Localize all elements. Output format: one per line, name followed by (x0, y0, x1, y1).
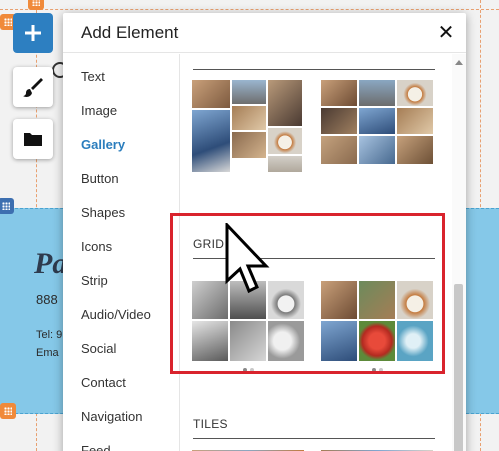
category-contact[interactable]: Contact (81, 375, 126, 390)
gallery-thumb-masonry[interactable] (192, 80, 302, 192)
design-button[interactable] (13, 67, 53, 107)
drag-handle-icon[interactable] (28, 0, 44, 10)
plus-icon (25, 25, 41, 41)
section-divider (193, 69, 435, 70)
grid-section-highlight (170, 213, 445, 374)
pages-button[interactable] (13, 119, 53, 159)
section-title-tiles: TILES (193, 417, 228, 431)
category-feed[interactable]: Feed (81, 443, 111, 451)
scroll-up-icon[interactable] (455, 60, 463, 65)
close-icon[interactable]: ✕ (436, 20, 456, 44)
category-navigation[interactable]: Navigation (81, 409, 142, 424)
category-button[interactable]: Button (81, 171, 119, 186)
category-image[interactable]: Image (81, 103, 117, 118)
panel-title: Add Element (81, 23, 179, 42)
category-strip[interactable]: Strip (81, 273, 108, 288)
drag-handle-icon[interactable] (0, 198, 14, 214)
strip-email[interactable]: Ema (36, 347, 59, 359)
strip-phone[interactable]: 888 (36, 292, 58, 307)
folder-icon (24, 133, 42, 146)
guide-line (0, 9, 499, 10)
category-gallery[interactable]: Gallery (81, 137, 125, 152)
category-audio-video[interactable]: Audio/Video (81, 307, 151, 322)
strip-tel[interactable]: Tel: 9 (36, 329, 62, 341)
cursor-pointer-icon (225, 223, 270, 294)
panel-header: Add Element ✕ (63, 13, 466, 53)
category-list: Text Image Gallery Button Shapes Icons S… (63, 54, 180, 451)
scroll-thumb[interactable] (454, 284, 463, 451)
category-social[interactable]: Social (81, 341, 116, 356)
section-divider (193, 438, 435, 439)
category-shapes[interactable]: Shapes (81, 205, 125, 220)
drag-handle-icon[interactable] (0, 403, 16, 419)
category-text[interactable]: Text (81, 69, 105, 84)
panel-scrollbar[interactable] (452, 54, 466, 451)
category-icons[interactable]: Icons (81, 239, 112, 254)
gallery-thumb-collage[interactable] (321, 80, 433, 175)
add-element-button[interactable] (13, 13, 53, 53)
paintbrush-icon (23, 78, 43, 97)
